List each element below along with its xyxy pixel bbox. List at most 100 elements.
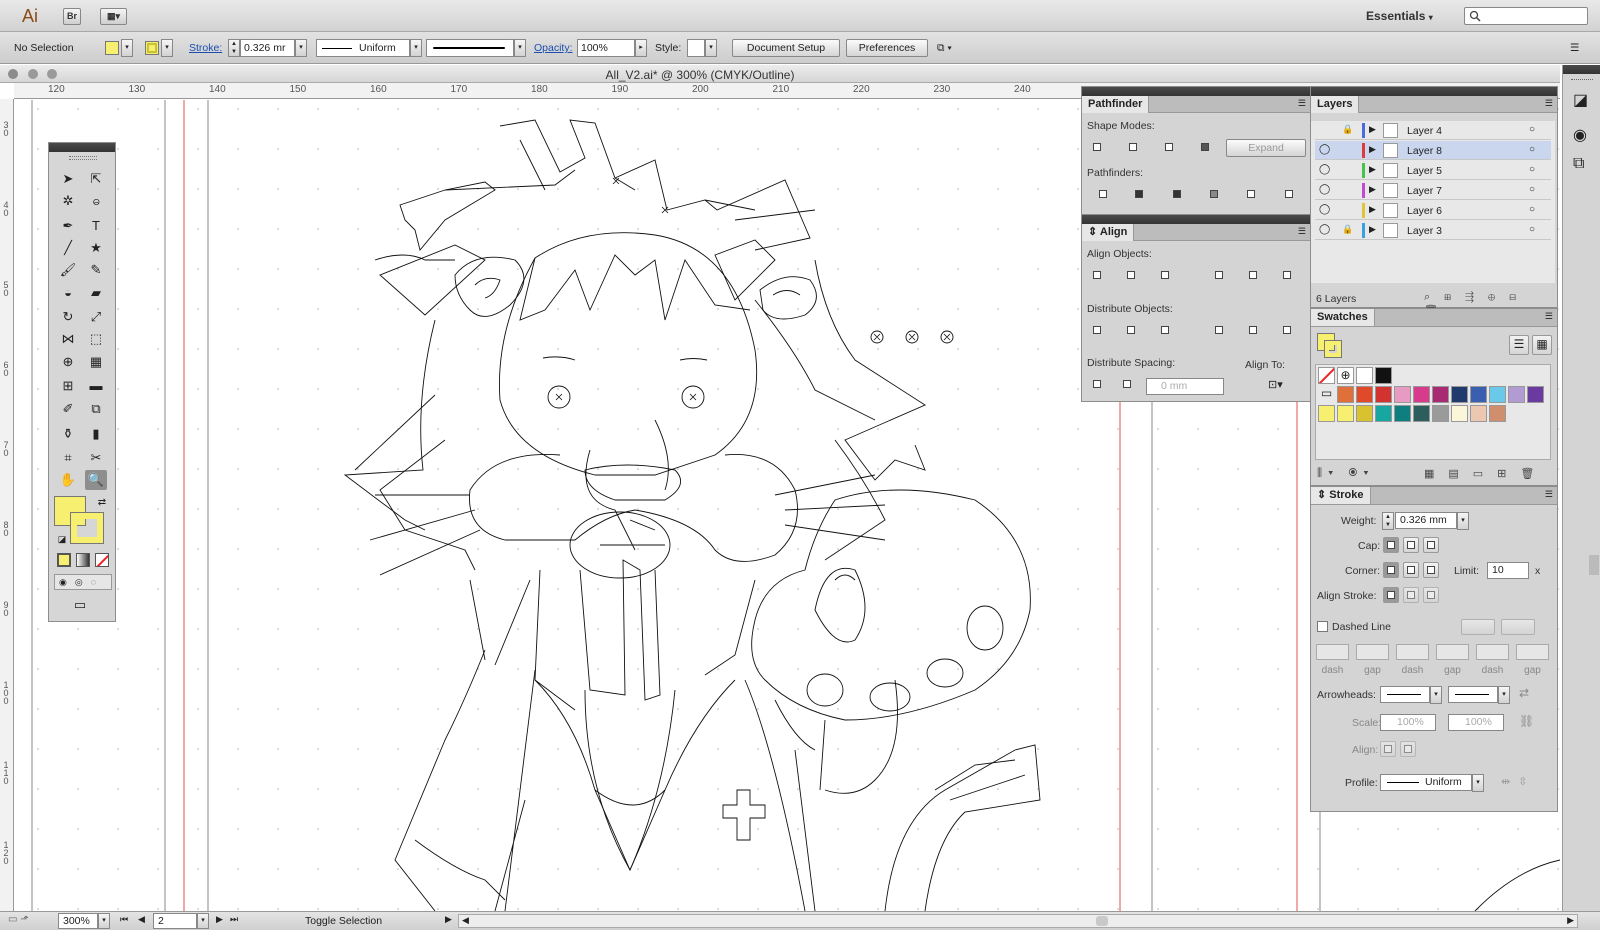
divide-button[interactable] [1096, 187, 1112, 203]
pencil-tool-icon[interactable]: ✎ [85, 260, 107, 280]
intersect-button[interactable] [1162, 140, 1178, 156]
swatches-actions-icons[interactable]: ▦▤▭⊞🗑 [1424, 467, 1548, 480]
toolbox-titlebar[interactable] [49, 143, 115, 152]
gradient-panel-icon[interactable]: ◪ [1573, 90, 1588, 110]
distribute-top-button[interactable] [1090, 323, 1106, 339]
align-center-stroke-button[interactable] [1383, 587, 1399, 603]
color-swatch[interactable] [1527, 386, 1544, 403]
expand-button[interactable]: Expand [1226, 139, 1306, 157]
stroke-stepper[interactable]: ▲ ▼ [228, 39, 240, 57]
vertical-ruler[interactable]: 30 40 50 60 70 80 90 100 110 120 [0, 99, 14, 911]
registration-swatch[interactable]: ⊕ [1337, 367, 1354, 384]
exclude-button[interactable] [1198, 140, 1214, 156]
round-join-button[interactable] [1403, 562, 1419, 578]
zoom-field[interactable]: 300% [58, 913, 98, 929]
transparency-panel-icon[interactable]: ⧉ [1573, 155, 1584, 173]
artboard-nav-icon[interactable]: ▭ ⬏ [8, 914, 29, 925]
swap-fill-stroke-icon[interactable]: ⇄ [91, 493, 113, 513]
merge-button[interactable] [1170, 187, 1186, 203]
toolbox-grip[interactable] [69, 156, 97, 160]
color-mode-icon[interactable] [57, 553, 71, 567]
expand-triangle-icon[interactable]: ▶ [1369, 124, 1376, 135]
screen-mode-icon[interactable]: ▭ [69, 595, 91, 615]
arrowhead-start-select[interactable] [1380, 686, 1430, 703]
target-circle-icon[interactable]: ○ [1529, 124, 1535, 135]
arrowhead-end-select[interactable] [1448, 686, 1498, 703]
expand-triangle-icon[interactable]: ▶ [1369, 204, 1376, 215]
selection-tool-icon[interactable]: ➤ [57, 169, 79, 189]
zoom-dropdown[interactable]: ▾ [98, 913, 110, 929]
layer-row[interactable]: ◯ 🔒 ▶ Layer 3 ○ [1315, 221, 1551, 240]
horizontal-scrollbar[interactable]: ◀ ▶ [458, 914, 1578, 928]
color-swatch[interactable] [1470, 405, 1487, 422]
weight-field[interactable]: 0.326 mm [1395, 512, 1457, 529]
target-circle-icon[interactable]: ○ [1529, 144, 1535, 155]
target-circle-icon[interactable]: ○ [1529, 204, 1535, 215]
none-mode-icon[interactable] [95, 553, 109, 567]
color-swatch[interactable] [1432, 405, 1449, 422]
target-circle-icon[interactable]: ○ [1529, 184, 1535, 195]
gradient-mode-icon[interactable] [76, 553, 90, 567]
arrange-documents-button[interactable]: ▦▾ [100, 8, 127, 25]
brush-definition[interactable] [426, 39, 514, 57]
last-artboard-icon[interactable]: ⏭ [230, 914, 238, 925]
draw-mode-buttons[interactable]: ◉◎◌ [54, 574, 112, 590]
align-left-button[interactable] [1090, 268, 1106, 284]
arrow-tip-extend-button[interactable] [1380, 741, 1396, 757]
projecting-cap-button[interactable] [1423, 537, 1439, 553]
pen-tool-icon[interactable]: ✒ [57, 216, 79, 236]
type-tool-icon[interactable]: T [85, 216, 107, 236]
workspace-switcher[interactable]: Essentials ▾ [1366, 9, 1433, 23]
align-titlebar[interactable] [1082, 215, 1310, 224]
fill-dropdown[interactable]: ▾ [121, 39, 133, 57]
rotate-tool-icon[interactable]: ↻ [57, 307, 79, 327]
spacing-value-field[interactable]: 0 mm [1146, 378, 1224, 395]
artboard-dropdown[interactable]: ▾ [197, 913, 209, 929]
opacity-field[interactable]: 100% [577, 39, 635, 57]
color-swatch[interactable] [1489, 405, 1506, 422]
layer-row[interactable]: ◯ ▶ Layer 8 ○ [1315, 141, 1551, 160]
list-view-button[interactable]: ☰ [1509, 335, 1529, 355]
zoom-tool-icon[interactable]: 🔍 [85, 470, 107, 490]
stroke-color-dropdown[interactable]: ▾ [161, 39, 173, 57]
color-swatch[interactable] [1375, 386, 1392, 403]
layer-row[interactable]: 🔒 ▶ Layer 4 ○ [1315, 121, 1551, 140]
visibility-eye-icon[interactable]: ◯ [1319, 164, 1330, 175]
color-swatch[interactable] [1356, 405, 1373, 422]
eyedropper-tool-icon[interactable]: ✐ [57, 399, 79, 419]
preferences-button[interactable]: Preferences [846, 39, 928, 57]
crop-button[interactable] [1207, 187, 1223, 203]
graphic-style-swatch[interactable] [687, 39, 705, 57]
tab-pathfinder[interactable]: Pathfinder [1082, 96, 1150, 113]
vertical-spacing-button[interactable] [1090, 377, 1106, 393]
swatches-footer-icons[interactable]: ⫼▾ ⦿▾ [1317, 467, 1375, 480]
free-transform-tool-icon[interactable]: ⬚ [85, 329, 107, 349]
unite-button[interactable] [1090, 140, 1106, 156]
variable-width-profile[interactable]: Uniform [316, 39, 410, 57]
bevel-join-button[interactable] [1423, 562, 1439, 578]
stroke-indicator[interactable] [1324, 340, 1342, 358]
align-to-dropdown[interactable]: ⊡▾ [1268, 378, 1283, 391]
swap-arrowheads-icon[interactable]: ⇄ [1519, 686, 1529, 700]
expand-triangle-icon[interactable]: ▶ [1369, 164, 1376, 175]
miter-join-button[interactable] [1383, 562, 1399, 578]
scroll-right-icon[interactable]: ▶ [1567, 915, 1574, 926]
thumbnail-view-button[interactable]: ▦ [1532, 335, 1552, 355]
column-graph-tool-icon[interactable]: ▮ [85, 424, 107, 444]
tab-layers[interactable]: Layers [1311, 96, 1360, 113]
weight-dropdown[interactable]: ▾ [1457, 512, 1469, 530]
dash-field[interactable] [1476, 644, 1509, 660]
layer-row[interactable]: ◯ ▶ Layer 6 ○ [1315, 201, 1551, 220]
shape-builder-tool-icon[interactable]: ⊕ [57, 352, 79, 372]
scale-tool-icon[interactable]: ⤢ [85, 307, 107, 327]
align-outside-stroke-button[interactable] [1423, 587, 1439, 603]
color-swatch[interactable] [1337, 386, 1354, 403]
expand-triangle-icon[interactable]: ▶ [1369, 184, 1376, 195]
arrange-icon[interactable]: ⧉ ▾ [937, 39, 952, 57]
black-swatch[interactable] [1375, 367, 1392, 384]
white-swatch[interactable] [1356, 367, 1373, 384]
panel-menu-icon[interactable]: ☰ [1545, 489, 1553, 500]
slice-tool-icon[interactable]: ✂ [85, 448, 107, 468]
color-swatch[interactable] [1356, 386, 1373, 403]
paintbrush-tool-icon[interactable]: 🖌 [57, 260, 79, 280]
